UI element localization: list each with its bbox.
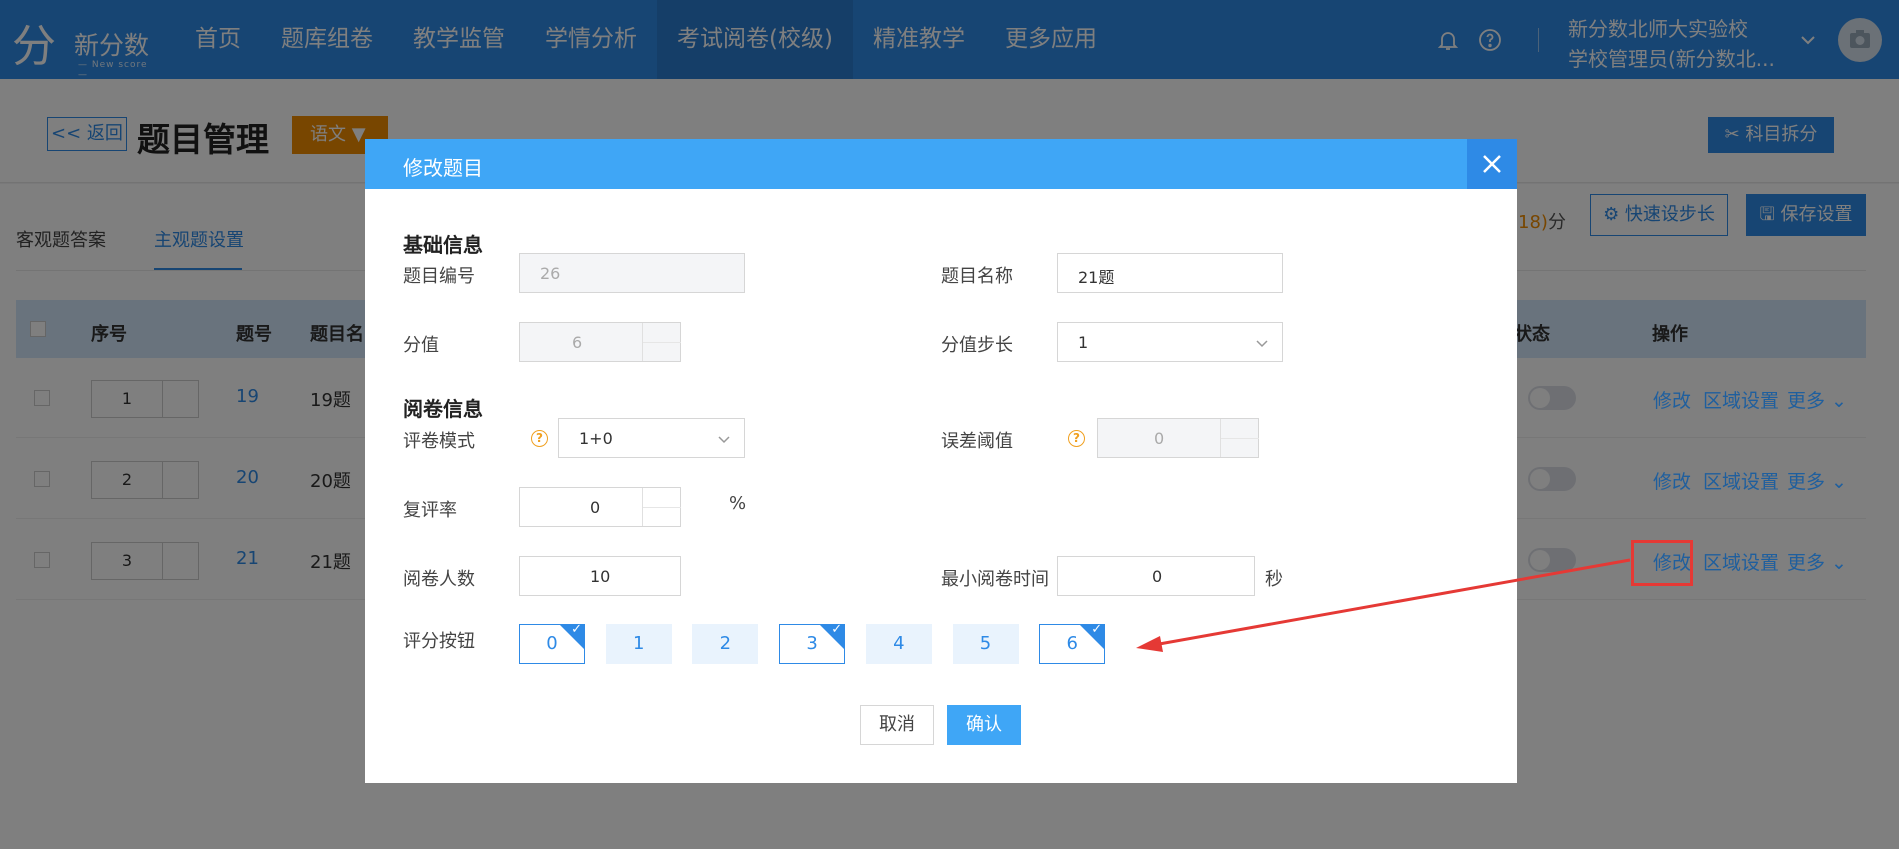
score-button-label: 3 xyxy=(806,633,818,654)
score-step-select[interactable]: 1 xyxy=(1057,322,1283,362)
score-button-label: 2 xyxy=(719,633,732,654)
confirm-button[interactable]: 确认 xyxy=(947,705,1021,745)
unit-seconds: 秒 xyxy=(1265,569,1283,590)
question-mark-icon[interactable]: ? xyxy=(1068,430,1085,447)
score-button-label: 0 xyxy=(546,633,558,654)
modal-close-button[interactable] xyxy=(1467,139,1517,189)
label-recheck-rate: 复评率 xyxy=(403,500,457,521)
label-reader-count: 阅卷人数 xyxy=(403,569,475,590)
close-icon xyxy=(1483,155,1501,173)
row-1-more-link[interactable]: 更多 ⌄ xyxy=(1787,386,1847,413)
annotation-highlight-box xyxy=(1631,540,1693,586)
label-question-no: 题目编号 xyxy=(403,266,475,287)
section-review-info: 阅卷信息 xyxy=(403,397,483,421)
score-button-6[interactable]: 6 ✓ xyxy=(1039,622,1106,664)
modal-title: 修改题目 xyxy=(403,156,483,180)
recheck-rate-stepper[interactable]: 0 xyxy=(519,487,681,527)
label-marking-mode: 评卷模式 xyxy=(403,431,475,452)
marking-mode-select[interactable]: 1+0 xyxy=(558,418,745,458)
score-button-label: 4 xyxy=(893,633,905,654)
error-threshold-stepper: 0 xyxy=(1097,418,1259,458)
row-1-edit-link[interactable]: 修改 xyxy=(1653,386,1691,413)
score-button-5[interactable]: 5 xyxy=(952,624,1019,664)
label-question-name: 题目名称 xyxy=(941,266,1013,287)
label-score: 分值 xyxy=(403,335,439,356)
score-stepper: 6 xyxy=(519,322,681,362)
chevron-down-icon xyxy=(718,436,730,444)
unit-percent: % xyxy=(729,493,747,514)
edit-question-modal: 修改题目 基础信息 题目编号 26 题目名称 21题 分值 6 分值步长 1 阅… xyxy=(365,139,1517,783)
label-score-buttons: 评分按钮 xyxy=(403,631,475,652)
score-button-4[interactable]: 4 xyxy=(865,624,932,664)
chevron-down-icon xyxy=(1256,340,1268,348)
label-error-threshold: 误差阈值 xyxy=(941,431,1013,452)
score-button-3[interactable]: 3 ✓ xyxy=(779,622,846,664)
score-button-label: 5 xyxy=(979,633,992,654)
label-min-read-time: 最小阅卷时间 xyxy=(941,569,1049,590)
score-button-2[interactable]: 2 xyxy=(692,624,759,664)
row-2-edit-link[interactable]: 修改 xyxy=(1653,467,1691,494)
min-read-time-input[interactable]: 0 xyxy=(1057,556,1255,596)
check-icon: ✓ xyxy=(571,622,582,637)
row-2-area-link[interactable]: 区域设置 xyxy=(1703,467,1779,494)
row-1-area-link[interactable]: 区域设置 xyxy=(1703,386,1779,413)
row-2-more-link[interactable]: 更多 ⌄ xyxy=(1787,467,1847,494)
question-mark-icon[interactable]: ? xyxy=(531,430,548,447)
check-icon: ✓ xyxy=(831,622,843,637)
label-score-step: 分值步长 xyxy=(941,335,1013,356)
row-3-area-link[interactable]: 区域设置 xyxy=(1703,548,1779,575)
question-name-input[interactable]: 21题 xyxy=(1057,253,1283,293)
score-button-1[interactable]: 1 xyxy=(605,624,672,664)
question-no-input: 26 xyxy=(519,253,745,293)
reader-count-input[interactable]: 10 xyxy=(519,556,681,596)
modal-header: 修改题目 xyxy=(365,139,1517,189)
section-basic-info: 基础信息 xyxy=(403,233,483,257)
score-button-0[interactable]: 0 ✓ xyxy=(519,622,585,664)
score-button-label: 6 xyxy=(1066,633,1078,654)
row-3-more-link[interactable]: 更多 ⌄ xyxy=(1787,548,1847,575)
cancel-button[interactable]: 取消 xyxy=(860,705,934,745)
check-icon: ✓ xyxy=(1091,622,1103,637)
score-button-label: 1 xyxy=(632,633,645,654)
